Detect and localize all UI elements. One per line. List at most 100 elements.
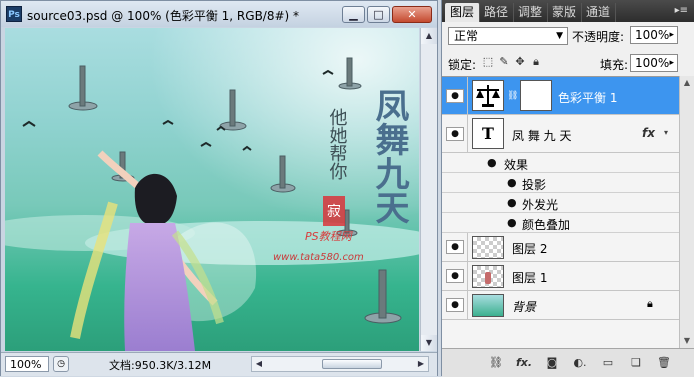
effect-row-outer-glow[interactable]: ● 外发光 <box>442 193 679 213</box>
close-icon: ✕ <box>407 8 417 21</box>
layer-name: 图层 1 <box>512 271 548 285</box>
lock-label: 锁定: <box>448 58 477 72</box>
layer-thumbnail <box>472 265 504 288</box>
visibility-eye-icon[interactable]: ● <box>487 156 497 169</box>
adjustment-layer-icon[interactable]: ◐. <box>572 355 588 371</box>
tab-channels[interactable]: 通道 <box>581 3 617 22</box>
layer-name: 色彩平衡 1 <box>558 91 618 105</box>
layer-row-text[interactable]: ● T 凤 舞 九 天 fx ▾ <box>442 115 679 153</box>
lock-all-icon[interactable]: 🔒︎ <box>529 55 543 69</box>
tab-paths[interactable]: 路径 <box>479 3 515 22</box>
effect-row-drop-shadow[interactable]: ● 投影 <box>442 173 679 193</box>
fx-icon[interactable]: fx. <box>516 355 532 371</box>
layers-list: ● ⛓ 色彩平衡 1 ● T 凤 舞 九 天 fx ▾ ● 效果 ● 投影 ● … <box>442 76 679 349</box>
effects-label: 效果 <box>504 158 529 172</box>
visibility-eye-icon[interactable]: ● <box>446 269 464 283</box>
chevron-right-icon: ▸ <box>669 58 674 68</box>
tab-masks[interactable]: 蒙版 <box>547 3 583 22</box>
adjustment-thumbnail <box>472 80 504 111</box>
chevron-down-icon: ▼ <box>556 31 563 41</box>
lock-transparent-icon[interactable]: ⬚ <box>481 55 495 69</box>
effect-name: 外发光 <box>522 198 559 212</box>
layer-mask-thumbnail[interactable] <box>520 80 552 111</box>
new-layer-icon[interactable]: ❏ <box>628 355 644 371</box>
tab-layers[interactable]: 图层 <box>445 3 481 22</box>
layer-row-layer1[interactable]: ● 图层 1 <box>442 262 679 291</box>
effects-header-row[interactable]: ● 效果 <box>442 153 679 173</box>
opacity-value: 100% <box>635 28 670 42</box>
panel-tabbar: 图层 路径 调整 蒙版 通道 ▸≡ <box>442 0 694 22</box>
tab-adjustments[interactable]: 调整 <box>513 3 549 22</box>
effect-name: 颜色叠加 <box>522 218 571 232</box>
maximize-button[interactable]: □ <box>367 6 390 23</box>
layer-row-color-balance[interactable]: ● ⛓ 色彩平衡 1 <box>442 77 679 115</box>
photoshop-logo-icon: Ps <box>6 6 22 22</box>
lock-position-icon[interactable]: ✥ <box>513 55 527 69</box>
scroll-thumb[interactable] <box>322 359 382 369</box>
watermark-line-2: www.tata580.com <box>273 252 364 263</box>
canvas-title-text: 凤舞九天 <box>369 88 409 224</box>
scroll-right-icon[interactable]: ▶ <box>414 357 428 371</box>
layers-panel-footer: ⛓ fx. ◙ ◐. ▭ ❏ 🗑 <box>442 348 694 377</box>
delete-layer-icon[interactable]: 🗑 <box>656 355 672 371</box>
canvas-poem-text: 他她帮你 <box>327 108 348 180</box>
balance-scale-icon <box>476 85 500 107</box>
scroll-up-icon[interactable]: ▲ <box>421 28 437 44</box>
scroll-left-icon[interactable]: ◀ <box>252 357 266 371</box>
visibility-eye-icon[interactable]: ● <box>446 240 464 254</box>
canvas-horizontal-scrollbar[interactable]: ◀ ▶ <box>251 356 429 372</box>
layer-thumbnail <box>472 236 504 259</box>
chevron-right-icon: ▸ <box>669 30 674 40</box>
layers-panel: 图层 路径 调整 蒙版 通道 ▸≡ 正常 ▼ 不透明度: 100% ▸ 锁定: … <box>441 0 694 377</box>
layer-name: 凤 舞 九 天 <box>512 129 572 143</box>
new-group-icon[interactable]: ▭ <box>600 355 616 371</box>
seal-text: 寂 <box>327 204 341 220</box>
canvas-vertical-scrollbar[interactable]: ▲ ▼ <box>420 28 437 351</box>
layer-row-layer2[interactable]: ● 图层 2 <box>442 233 679 262</box>
maximize-icon: □ <box>373 8 384 21</box>
visibility-eye-icon[interactable]: ● <box>446 89 464 103</box>
close-button[interactable]: ✕ <box>392 6 432 23</box>
link-chain-icon[interactable]: ⛓ <box>507 91 518 101</box>
link-layers-icon[interactable]: ⛓ <box>488 355 504 371</box>
background-thumbnail <box>472 294 504 317</box>
watermark-line-1: PS教程网 <box>305 230 354 243</box>
opacity-field[interactable]: 100% ▸ <box>630 26 678 44</box>
layer-row-background[interactable]: ● 背景 🔒︎ <box>442 291 679 320</box>
layer-name: 背景 <box>512 300 537 314</box>
visibility-eye-icon[interactable]: ● <box>507 216 517 229</box>
expand-effects-icon[interactable]: ▾ <box>664 128 668 137</box>
scroll-down-icon[interactable]: ▼ <box>680 334 694 348</box>
blend-mode-select[interactable]: 正常 ▼ <box>448 27 568 45</box>
fill-field[interactable]: 100% ▸ <box>630 54 678 72</box>
visibility-eye-icon[interactable]: ● <box>446 298 464 312</box>
blend-mode-value: 正常 <box>454 29 479 43</box>
layer-name: 图层 2 <box>512 242 548 256</box>
lock-icon: 🔒︎ <box>647 297 653 310</box>
document-titlebar[interactable]: Ps source03.psd @ 100% (色彩平衡 1, RGB/8#) … <box>1 1 437 27</box>
scroll-down-icon[interactable]: ▼ <box>421 335 437 351</box>
status-info-icon[interactable]: ◷ <box>53 356 69 372</box>
visibility-eye-icon[interactable]: ● <box>507 196 517 209</box>
minimize-icon: ▁ <box>349 8 358 21</box>
effect-name: 投影 <box>522 178 547 192</box>
document-statusbar: 100% ◷ 文档:950.3K/3.12M ◀ ▶ <box>1 352 437 376</box>
lock-image-icon[interactable]: ✎ <box>497 55 511 69</box>
layers-vertical-scrollbar[interactable]: ▲ ▼ <box>679 76 694 348</box>
zoom-level-field[interactable]: 100% <box>5 356 49 372</box>
scroll-up-icon[interactable]: ▲ <box>680 76 694 90</box>
add-mask-icon[interactable]: ◙ <box>544 355 560 371</box>
visibility-eye-icon[interactable]: ● <box>446 127 464 141</box>
opacity-label: 不透明度: <box>572 30 625 44</box>
visibility-eye-icon[interactable]: ● <box>507 176 517 189</box>
effect-row-color-overlay[interactable]: ● 颜色叠加 <box>442 213 679 233</box>
image-canvas[interactable]: 凤舞九天 他她帮你 寂 PS教程网 www.tata580.com <box>5 28 419 351</box>
panel-menu-icon[interactable]: ▸≡ <box>675 5 688 16</box>
fx-icon[interactable]: fx <box>642 126 655 140</box>
fill-value: 100% <box>635 56 670 70</box>
artwork-illustration: 凤舞九天 他她帮你 寂 PS教程网 www.tata580.com <box>5 28 419 351</box>
document-window: Ps source03.psd @ 100% (色彩平衡 1, RGB/8#) … <box>0 0 438 376</box>
document-title: source03.psd @ 100% (色彩平衡 1, RGB/8#) * <box>27 9 300 23</box>
layer-content-mark <box>485 272 491 284</box>
minimize-button[interactable]: ▁ <box>342 6 365 23</box>
